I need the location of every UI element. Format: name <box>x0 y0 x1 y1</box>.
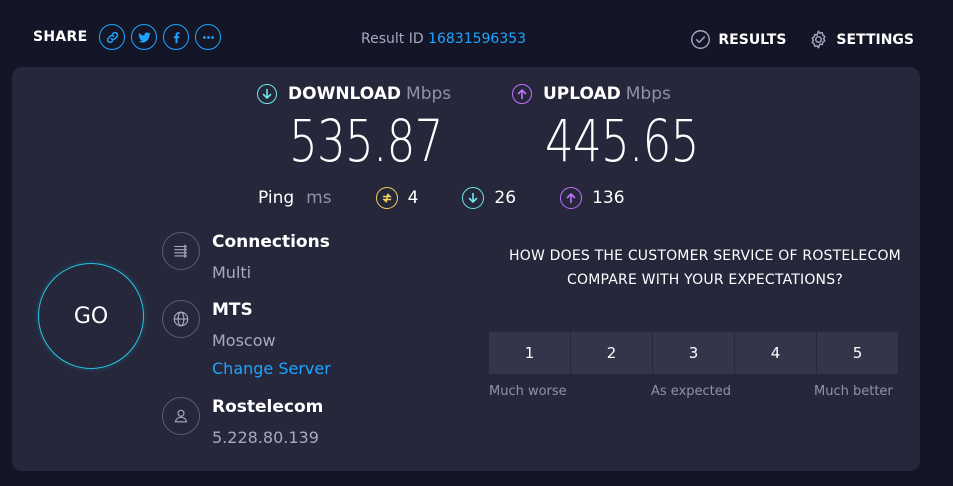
ping-upload-value: 136 <box>592 188 625 208</box>
top-bar: SHARE Result ID 16831596353 RESULTS SETT… <box>0 0 953 66</box>
share-more-button[interactable] <box>195 24 222 50</box>
survey-option-2[interactable]: 2 <box>571 332 652 374</box>
ping-upload-icon <box>560 187 583 209</box>
ping-download-value: 26 <box>494 188 517 208</box>
share-label: SHARE <box>33 29 88 45</box>
server-title: MTS <box>212 300 253 320</box>
download-metric: DOWNLOAD Mbps 535.87 <box>257 84 486 172</box>
survey-option-1[interactable]: 1 <box>489 332 570 374</box>
facebook-icon <box>173 31 180 43</box>
provider-ip: 5.228.80.139 <box>212 428 319 447</box>
survey-high-label: Much better <box>814 384 893 399</box>
result-id: Result ID 16831596353 <box>361 31 526 47</box>
survey-scale: 1 2 3 4 5 <box>489 332 898 374</box>
upload-value: 445.65 <box>545 107 699 175</box>
top-nav: RESULTS SETTINGS <box>668 29 914 50</box>
ping-unit: ms <box>306 188 332 208</box>
settings-label: SETTINGS <box>836 31 914 48</box>
change-server-link[interactable]: Change Server <box>212 359 331 378</box>
ping-download-icon <box>462 187 485 209</box>
upload-arrow-icon <box>512 84 532 104</box>
ping-idle-value: 4 <box>407 188 419 208</box>
ping-label: Ping <box>258 188 295 208</box>
link-icon <box>106 31 119 43</box>
result-card: DOWNLOAD Mbps 535.87 UPLOAD Mbps 445.65 … <box>12 67 920 471</box>
upload-unit: Mbps <box>625 84 671 104</box>
share-link-button[interactable] <box>99 24 126 50</box>
survey-mid-label: As expected <box>651 384 732 399</box>
download-unit: Mbps <box>406 84 452 104</box>
server-location: Moscow <box>212 331 276 350</box>
download-label: DOWNLOAD <box>288 84 402 104</box>
survey-low-label: Much worse <box>489 384 567 399</box>
user-icon <box>162 397 200 435</box>
upload-label: UPLOAD <box>543 84 621 104</box>
connections-value: Multi <box>212 263 252 282</box>
download-arrow-icon <box>257 84 277 104</box>
ping-idle: 4 <box>375 187 419 209</box>
share-bar: SHARE <box>33 24 222 50</box>
jitter-icon <box>375 187 398 209</box>
more-icon <box>203 35 214 39</box>
upload-metric: UPLOAD Mbps 445.65 <box>512 84 742 172</box>
survey-option-5[interactable]: 5 <box>817 332 898 374</box>
twitter-icon <box>138 31 151 43</box>
ping-upload: 136 <box>560 187 625 209</box>
gear-icon <box>811 30 826 49</box>
ping-download: 26 <box>462 187 516 209</box>
share-facebook-button[interactable] <box>163 24 190 50</box>
download-value: 535.87 <box>289 107 443 175</box>
check-circle-icon <box>691 30 711 49</box>
share-twitter-button[interactable] <box>131 24 158 50</box>
survey-option-4[interactable]: 4 <box>735 332 816 374</box>
connections-icon <box>162 232 200 270</box>
survey-question: HOW DOES THE CUSTOMER SERVICE OF ROSTELE… <box>509 248 901 288</box>
provider-title: Rostelecom <box>212 397 324 417</box>
survey-option-3[interactable]: 3 <box>653 332 734 374</box>
ping-row: Ping ms 4 26 136 <box>258 187 669 209</box>
globe-icon <box>162 300 200 338</box>
results-button[interactable]: RESULTS <box>690 29 786 50</box>
result-id-link[interactable]: 16831596353 <box>428 31 526 47</box>
go-button[interactable]: GO <box>38 263 144 369</box>
results-label: RESULTS <box>718 31 787 48</box>
result-id-label: Result ID <box>361 31 424 47</box>
connections-title: Connections <box>212 232 330 252</box>
settings-button[interactable]: SETTINGS <box>808 29 914 50</box>
